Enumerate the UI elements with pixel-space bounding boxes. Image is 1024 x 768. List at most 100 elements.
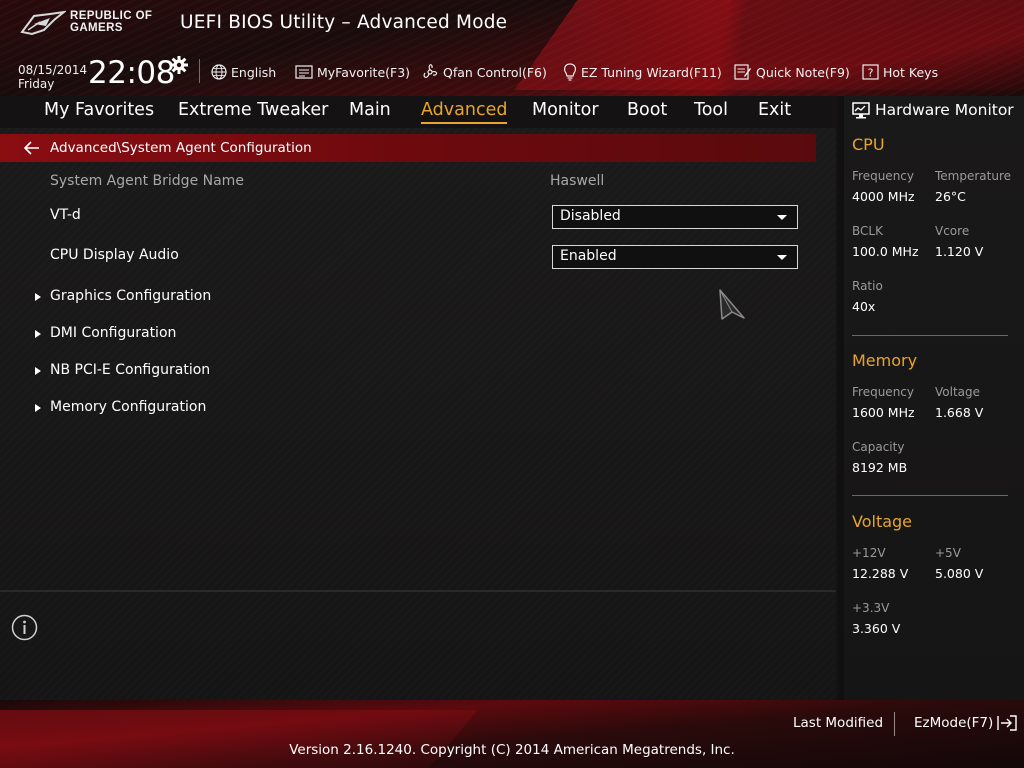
section-divider (852, 335, 1008, 336)
submenu-arrow-icon (35, 330, 41, 338)
info-icon (11, 614, 38, 641)
submenu-label: DMI Configuration (50, 325, 177, 341)
v33-label: +3.3V (852, 601, 890, 615)
rog-brand-text: REPUBLIC OF GAMERS (70, 10, 152, 34)
submenu-graphics-configuration[interactable]: Graphics Configuration (0, 285, 800, 311)
ez-tuning-wizard-button[interactable]: EZ Tuning Wizard(F11) (563, 59, 722, 85)
globe-icon (211, 64, 227, 80)
hardware-monitor-panel: Hardware Monitor CPU Frequency 4000 MHz … (838, 96, 1024, 700)
brand-line2: GAMERS (70, 22, 123, 34)
my-favorite-label: MyFavorite(F3) (317, 64, 411, 80)
back-arrow-icon[interactable] (24, 141, 40, 155)
ez-mode-button[interactable]: EzMode(F7) (914, 715, 1018, 731)
vcore-value: 1.120 V (935, 244, 984, 259)
cpu-section-title: CPU (852, 135, 885, 154)
rog-logo: REPUBLIC OF GAMERS (20, 8, 170, 42)
memory-capacity-value: 8192 MB (852, 460, 908, 475)
exit-icon (997, 715, 1017, 731)
app-title: UEFI BIOS Utility – Advanced Mode (180, 12, 508, 33)
submenu-arrow-icon (35, 293, 41, 301)
vcore-label: Vcore (935, 224, 970, 238)
v33-value: 3.360 V (852, 621, 901, 636)
ez-tuning-label: EZ Tuning Wizard(F11) (581, 64, 722, 80)
bclk-value: 100.0 MHz (852, 244, 919, 259)
footer-divider (894, 712, 895, 736)
settings-panel: Advanced\System Agent Configuration Syst… (0, 128, 836, 700)
vtd-label: VT-d (50, 207, 81, 223)
bulb-icon (564, 63, 576, 81)
memory-frequency-label: Frequency (852, 385, 914, 399)
brand-line1: REPUBLIC OF (70, 10, 153, 22)
bclk-label: BCLK (852, 224, 883, 238)
gear-icon[interactable] (170, 56, 188, 74)
info-divider (0, 590, 836, 592)
ratio-label: Ratio (852, 279, 883, 293)
tab-exit[interactable]: Exit (758, 100, 791, 120)
ratio-value: 40x (852, 299, 876, 314)
clock: 22:08 (88, 55, 175, 91)
ez-mode-label: EzMode(F7) (914, 715, 994, 731)
vtd-value: Disabled (560, 208, 621, 224)
submenu-label: NB PCI-E Configuration (50, 362, 211, 378)
cpu-temperature-value: 26°C (935, 189, 966, 204)
hardware-monitor-title-text: Hardware Monitor (875, 101, 1014, 119)
memory-frequency-value: 1600 MHz (852, 405, 915, 420)
cpu-display-audio-label: CPU Display Audio (50, 247, 179, 263)
v5-value: 5.080 V (935, 566, 984, 581)
memory-capacity-label: Capacity (852, 440, 905, 454)
cpu-frequency-label: Frequency (852, 169, 914, 183)
note-icon (734, 64, 751, 80)
memory-voltage-label: Voltage (935, 385, 981, 399)
tab-advanced[interactable]: Advanced (421, 100, 508, 124)
my-favorite-button[interactable]: MyFavorite(F3) (295, 59, 410, 85)
voltage-section-title: Voltage (852, 512, 913, 531)
submenu-label: Graphics Configuration (50, 288, 212, 304)
main-tabs: My Favorites Extreme Tweaker Main Advanc… (0, 96, 840, 128)
hot-keys-button[interactable]: ? Hot Keys (862, 59, 938, 85)
last-modified-button[interactable]: Last Modified (793, 715, 883, 731)
language-button[interactable]: English (211, 59, 276, 85)
quick-note-label: Quick Note(F9) (756, 64, 850, 80)
v12-value: 12.288 V (852, 566, 909, 581)
breadcrumb: Advanced\System Agent Configuration (0, 134, 816, 162)
monitor-icon (852, 101, 870, 118)
submenu-memory-configuration[interactable]: Memory Configuration (0, 396, 800, 422)
language-label: English (231, 64, 277, 80)
footer-bar: Last Modified EzMode(F7) Version 2.16.12… (0, 700, 1024, 768)
qfan-control-button[interactable]: Qfan Control(F6) (421, 59, 547, 85)
svg-text:?: ? (868, 67, 874, 80)
quick-note-button[interactable]: Quick Note(F9) (734, 59, 850, 85)
cpu-temperature-label: Temperature (935, 169, 1012, 183)
toolbar-divider (199, 59, 200, 83)
cpu-display-audio-value: Enabled (560, 248, 617, 264)
qfan-label: Qfan Control(F6) (443, 64, 547, 80)
memory-section-title: Memory (852, 351, 918, 370)
version-text: Version 2.16.1240. Copyright (C) 2014 Am… (289, 742, 735, 758)
hardware-monitor-title: Hardware Monitor (852, 101, 1014, 119)
section-divider (852, 495, 1008, 496)
tab-monitor[interactable]: Monitor (532, 100, 599, 120)
submenu-label: Memory Configuration (50, 399, 207, 415)
submenu-arrow-icon (35, 367, 41, 375)
header-bar: REPUBLIC OF GAMERS UEFI BIOS Utility – A… (0, 0, 1024, 96)
date-block: 08/15/2014 Friday (18, 63, 87, 91)
chevron-down-icon (777, 215, 787, 220)
tab-my-favorites[interactable]: My Favorites (44, 100, 154, 120)
submenu-nb-pcie-configuration[interactable]: NB PCI-E Configuration (0, 359, 800, 385)
bridge-name-label: System Agent Bridge Name (50, 173, 244, 189)
v12-label: +12V (852, 546, 886, 560)
memory-voltage-value: 1.668 V (935, 405, 984, 420)
submenu-dmi-configuration[interactable]: DMI Configuration (0, 322, 800, 348)
tab-tool[interactable]: Tool (694, 100, 728, 120)
tab-boot[interactable]: Boot (627, 100, 667, 120)
fan-icon (423, 64, 438, 78)
cpu-display-audio-select[interactable]: Enabled (552, 245, 798, 269)
date-text: 08/15/2014 (18, 63, 88, 77)
tab-main[interactable]: Main (349, 100, 391, 120)
vtd-select[interactable]: Disabled (552, 205, 798, 229)
day-text: Friday (18, 77, 55, 91)
tab-extreme-tweaker[interactable]: Extreme Tweaker (178, 100, 328, 120)
submenu-arrow-icon (35, 404, 41, 412)
help-icon: ? (862, 64, 879, 80)
mouse-cursor-icon (719, 289, 745, 320)
